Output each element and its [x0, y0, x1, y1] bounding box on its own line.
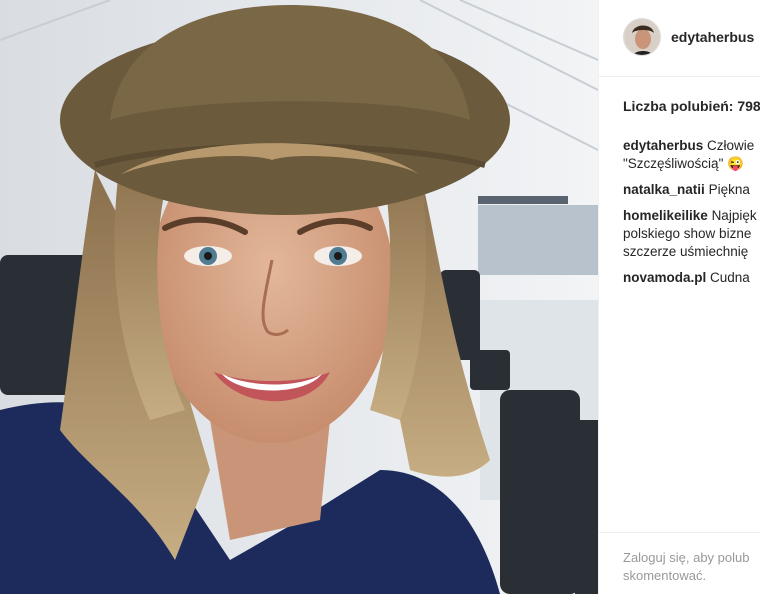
comment-username[interactable]: natalka_natii [623, 182, 705, 197]
caption-text: Człowie [707, 138, 755, 153]
comment-text: Piękna [708, 182, 750, 197]
avatar[interactable] [623, 18, 661, 56]
post-side-panel: edytaherbus Liczba polubień: 798 edytahe… [598, 0, 760, 594]
login-prompt: Zaloguj się, aby polub skomentować. [623, 549, 749, 585]
likes-count[interactable]: Liczba polubień: 798 [623, 98, 760, 114]
post-photo[interactable] [0, 0, 598, 594]
comments-list: edytaherbus Człowie "Szczęśliwością" 😜 n… [623, 137, 760, 295]
selfie-image [0, 0, 598, 594]
post-header: edytaherbus [599, 0, 760, 77]
comment-username[interactable]: homelikeilike [623, 208, 708, 223]
list-item: novamoda.pl Cudna [623, 269, 760, 287]
login-prompt-line2: skomentować. [623, 568, 707, 583]
comment-text: Cudna [710, 270, 750, 285]
list-item: homelikeilike Najpięk polskiego show biz… [623, 207, 760, 261]
comment-text: Najpięk [711, 208, 757, 223]
comment-username[interactable]: novamoda.pl [623, 270, 706, 285]
list-item: natalka_natii Piękna [623, 181, 760, 199]
comment-text-line3: szczerze uśmiechnię [623, 244, 749, 259]
post-footer: Zaloguj się, aby polub skomentować. [599, 532, 760, 594]
caption-username[interactable]: edytaherbus [623, 138, 703, 153]
comment-text-line2: polskiego show bizne [623, 226, 752, 241]
author-username[interactable]: edytaherbus [671, 29, 754, 45]
login-link[interactable]: Zaloguj się [623, 550, 686, 565]
caption-text-line2: "Szczęśliwością" 😜 [623, 156, 744, 171]
login-prompt-text: , aby polub [685, 550, 750, 565]
avatar-image [624, 19, 660, 55]
caption: edytaherbus Człowie "Szczęśliwością" 😜 [623, 137, 760, 173]
